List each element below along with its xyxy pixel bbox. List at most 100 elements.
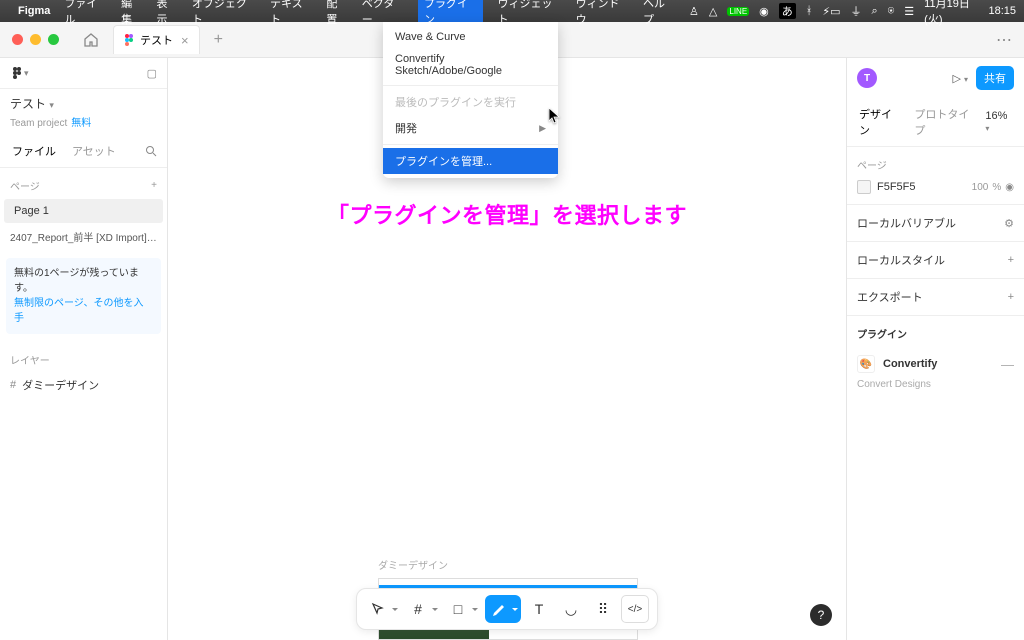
menu-object[interactable]: オブジェクト xyxy=(192,0,256,27)
left-sidebar: ▾ ▢ テスト ▾ Team project無料 ファイル アセット ページ +… xyxy=(0,58,168,640)
tray-ime-icon[interactable]: あ xyxy=(779,3,796,19)
menu-file[interactable]: ファイル xyxy=(64,0,107,27)
background-color-row[interactable]: F5F5F5 100 % ◉ xyxy=(857,180,1014,194)
comment-tool[interactable]: ◡ xyxy=(557,595,585,623)
figma-file-icon xyxy=(124,33,134,47)
tray-bluetooth-icon[interactable]: ᚼ xyxy=(806,5,813,17)
project-name: テスト ▾ xyxy=(10,95,157,112)
close-window-button[interactable] xyxy=(12,34,23,45)
project-header[interactable]: テスト ▾ Team project無料 xyxy=(0,89,167,135)
page-item-1[interactable]: Page 1 xyxy=(4,199,163,223)
menu-window[interactable]: ウィンドウ xyxy=(576,0,629,27)
layer-name: ダミーデザイン xyxy=(22,377,99,393)
figma-menu-button[interactable]: ▾ ▢ xyxy=(0,58,167,89)
menu-edit[interactable]: 編集 xyxy=(121,0,142,27)
layer-item[interactable]: # ダミーデザイン xyxy=(0,371,167,399)
export-label: エクスポート xyxy=(857,289,923,305)
plugins-dropdown: Wave & Curve Convertify Sketch/Adobe/Goo… xyxy=(383,22,558,178)
tray-date[interactable]: 11月19日(火) xyxy=(924,0,978,27)
menu-text[interactable]: テキスト xyxy=(270,0,312,27)
pen-tool[interactable] xyxy=(485,595,521,623)
move-tool[interactable] xyxy=(365,595,401,623)
tray-record-icon[interactable]: ◉ xyxy=(759,5,769,18)
chevron-right-icon: ▶ xyxy=(539,123,546,134)
tray-control-center-icon[interactable]: ☰ xyxy=(904,5,914,18)
tray-figma-icon[interactable]: ♙ xyxy=(689,5,699,18)
shape-tool[interactable]: □ xyxy=(445,595,481,623)
menu-help[interactable]: ヘルプ xyxy=(643,0,675,27)
dropdown-separator xyxy=(383,85,558,86)
tab-prototype[interactable]: プロトタイプ xyxy=(908,98,985,146)
tray-sync-icon[interactable]: △ xyxy=(709,5,717,18)
share-button[interactable]: 共有 xyxy=(976,66,1014,90)
help-button[interactable]: ? xyxy=(810,604,832,626)
tab-file[interactable]: ファイル xyxy=(4,135,64,167)
add-page-button[interactable]: + xyxy=(151,180,157,191)
promo-link[interactable]: 無制限のページ、その他を入手 xyxy=(14,296,153,326)
visibility-icon[interactable]: ◉ xyxy=(1005,182,1014,193)
text-tool[interactable]: T xyxy=(525,595,553,623)
right-panel-tabs: デザイン プロトタイプ 16% ▾ xyxy=(847,98,1024,147)
menu-arrange[interactable]: 配置 xyxy=(326,0,347,27)
import-item[interactable]: 2407_Report_前半 [XD Import] (30-Ju... xyxy=(0,223,167,250)
add-export-button[interactable]: + xyxy=(1008,291,1014,303)
right-sidebar: T ▷ ▾ 共有 デザイン プロトタイプ 16% ▾ ページ F5F5F5 10… xyxy=(846,58,1024,640)
maximize-window-button[interactable] xyxy=(48,34,59,45)
local-styles-section: ローカルスタイル + xyxy=(847,242,1024,279)
tab-assets[interactable]: アセット xyxy=(64,135,124,167)
menubar-tray: ♙ △ LINE ◉ あ ᚼ ⚡︎▭ ⏚ ⌕ ⍟ ☰ 11月19日(火) 18:… xyxy=(689,0,1016,27)
plugin-description: Convert Designs xyxy=(857,379,1014,390)
panel-toggle-icon[interactable]: ▢ xyxy=(147,67,157,80)
macos-menubar: Figma ファイル 編集 表示 オブジェクト テキスト 配置 ベクター プラグ… xyxy=(0,0,1024,22)
color-opacity[interactable]: 100 xyxy=(972,182,989,193)
free-badge[interactable]: 無料 xyxy=(71,118,91,129)
bottom-toolbar: # □ T ◡ ⠿ </> xyxy=(356,588,658,630)
dropdown-item-convertify[interactable]: Convertify Sketch/Adobe/Google xyxy=(383,48,558,82)
plugin-name: Convertify xyxy=(883,358,937,370)
tab-design[interactable]: デザイン xyxy=(853,98,908,146)
dropdown-item-development[interactable]: 開発▶ xyxy=(383,115,558,141)
actions-tool[interactable]: ⠿ xyxy=(589,595,617,623)
home-icon[interactable] xyxy=(83,32,99,48)
tray-line-icon[interactable]: LINE xyxy=(727,7,749,16)
page-section-label: ページ xyxy=(857,157,1014,172)
new-tab-button[interactable]: + xyxy=(214,31,223,49)
user-avatar[interactable]: T xyxy=(857,68,877,88)
dropdown-item-manage-plugins[interactable]: プラグインを管理... xyxy=(383,148,558,174)
plugin-icon: 🎨 xyxy=(857,355,875,373)
dev-mode-toggle[interactable]: </> xyxy=(621,595,649,623)
tutorial-overlay-text: 「プラグインを管理」を選択します xyxy=(327,198,687,230)
tray-users-icon[interactable]: ⍟ xyxy=(888,5,895,18)
tray-wifi-icon[interactable]: ⏚ xyxy=(851,3,862,19)
opacity-unit: % xyxy=(992,182,1001,193)
local-styles-label: ローカルスタイル xyxy=(857,252,945,268)
plugin-row[interactable]: 🎨 Convertify — xyxy=(857,349,1014,379)
dropdown-separator xyxy=(383,144,558,145)
team-name: Team project無料 xyxy=(10,114,157,129)
tray-time[interactable]: 18:15 xyxy=(988,5,1016,17)
local-variables-label: ローカルバリアブル xyxy=(857,215,956,231)
color-hex[interactable]: F5F5F5 xyxy=(877,181,916,193)
search-icon[interactable] xyxy=(145,145,157,157)
window-more-icon[interactable]: ⋯ xyxy=(996,30,1012,50)
mouse-cursor-icon xyxy=(549,108,561,124)
dropdown-item-wave[interactable]: Wave & Curve xyxy=(383,26,558,48)
minimize-window-button[interactable] xyxy=(30,34,41,45)
add-style-button[interactable]: + xyxy=(1008,254,1014,266)
present-button[interactable]: ▷ ▾ xyxy=(952,72,968,85)
frame-label[interactable]: ダミーデザイン xyxy=(378,557,448,572)
variables-settings-icon[interactable]: ⚙ xyxy=(1004,217,1014,230)
zoom-control[interactable]: 16% ▾ xyxy=(985,110,1018,134)
frame-tool[interactable]: # xyxy=(405,595,441,623)
figma-logo-icon xyxy=(10,66,24,80)
close-tab-icon[interactable]: × xyxy=(181,33,189,48)
color-swatch[interactable] xyxy=(857,180,871,194)
app-name[interactable]: Figma xyxy=(18,5,50,17)
remove-plugin-button[interactable]: — xyxy=(1001,357,1014,372)
tray-search-icon[interactable]: ⌕ xyxy=(872,5,878,18)
menu-view[interactable]: 表示 xyxy=(157,0,178,27)
document-tab-name: テスト xyxy=(140,32,173,48)
right-top-row: T ▷ ▾ 共有 xyxy=(847,58,1024,98)
tray-battery-icon[interactable]: ⚡︎▭ xyxy=(822,5,840,18)
document-tab[interactable]: テスト × xyxy=(113,25,200,54)
